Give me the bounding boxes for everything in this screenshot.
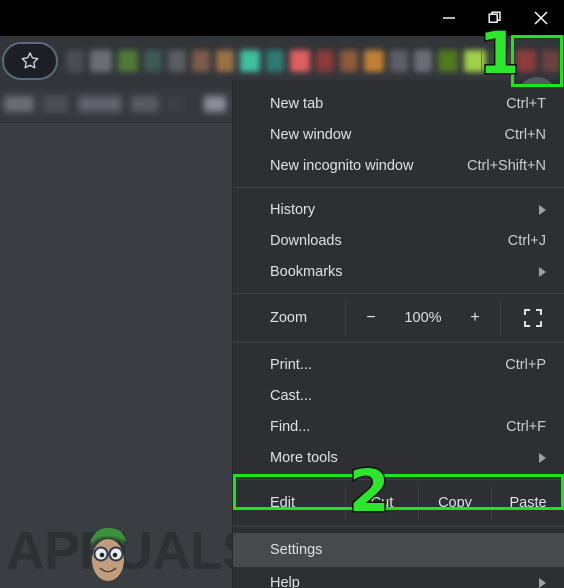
menu-item-label: Settings — [270, 542, 323, 558]
copy-button[interactable]: Copy — [418, 486, 491, 520]
menu-item-label: History — [270, 201, 316, 218]
title-bar — [0, 0, 564, 36]
fullscreen-icon — [523, 309, 542, 327]
fullscreen-button[interactable] — [500, 300, 564, 336]
menu-item-find[interactable]: Find... Ctrl+F — [233, 411, 564, 442]
menu-separator — [233, 526, 564, 527]
menu-item-shortcut: Ctrl+P — [505, 356, 546, 373]
restore-icon[interactable] — [472, 0, 518, 36]
paste-button[interactable]: Paste — [491, 486, 564, 520]
menu-item-bookmarks[interactable]: Bookmarks — [233, 256, 564, 287]
menu-row-edit: Edit Cut Copy Paste — [233, 486, 564, 520]
menu-item-label: Help — [270, 574, 300, 588]
menu-item-downloads[interactable]: Downloads Ctrl+J — [233, 225, 564, 256]
zoom-label: Zoom — [270, 310, 308, 326]
edit-label: Edit — [270, 495, 295, 511]
bookmark-star-icon[interactable] — [2, 42, 58, 80]
menu-item-shortcut: Ctrl+T — [506, 95, 546, 112]
menu-item-shortcut: Ctrl+J — [507, 232, 546, 249]
menu-row-zoom: Zoom − 100% + — [233, 300, 564, 336]
menu-item-label: Find... — [270, 418, 311, 435]
menu-item-label: Downloads — [270, 232, 342, 249]
menu-item-shortcut: Ctrl+F — [506, 418, 546, 435]
zoom-level-value: 100% — [404, 310, 442, 326]
menu-item-label: More tools — [270, 449, 338, 466]
window-controls — [426, 0, 564, 36]
menu-item-label: Bookmarks — [270, 263, 343, 280]
close-icon[interactable] — [518, 0, 564, 36]
chevron-right-icon — [539, 204, 546, 215]
menu-item-print[interactable]: Print... Ctrl+P — [233, 349, 564, 380]
chevron-right-icon — [539, 452, 546, 463]
menu-item-settings[interactable]: Settings — [233, 533, 564, 567]
menu-item-new-tab[interactable]: New tab Ctrl+T — [233, 88, 564, 119]
zoom-out-button[interactable]: − — [350, 309, 392, 327]
chevron-right-icon — [539, 266, 546, 277]
toolbar-divider — [481, 48, 482, 74]
minimize-icon[interactable] — [426, 0, 472, 36]
menu-item-shortcut: Ctrl+Shift+N — [467, 157, 546, 174]
menu-item-more-tools[interactable]: More tools — [233, 442, 564, 473]
menu-item-label: Print... — [270, 356, 312, 373]
extension-icons-blurred — [66, 46, 564, 76]
zoom-stepper: − 100% + — [345, 300, 500, 336]
chevron-right-icon — [539, 577, 546, 588]
menu-item-shortcut: Ctrl+N — [504, 126, 547, 143]
menu-item-label: New tab — [270, 95, 324, 112]
menu-item-cast[interactable]: Cast... — [233, 380, 564, 411]
menu-item-new-window[interactable]: New window Ctrl+N — [233, 119, 564, 150]
menu-item-label: New window — [270, 126, 352, 143]
menu-item-new-incognito-window[interactable]: New incognito window Ctrl+Shift+N — [233, 150, 564, 181]
menu-separator — [233, 342, 564, 343]
browser-window: APPUALS wsxdn.com New tab Ctrl+T New win… — [0, 0, 564, 588]
cut-button[interactable]: Cut — [345, 486, 418, 520]
chrome-main-menu: New tab Ctrl+T New window Ctrl+N New inc… — [233, 80, 564, 588]
zoom-in-button[interactable]: + — [454, 309, 496, 327]
menu-separator — [233, 293, 564, 294]
menu-item-history[interactable]: History — [233, 194, 564, 225]
menu-item-help[interactable]: Help — [233, 567, 564, 588]
menu-separator — [233, 187, 564, 188]
menu-separator — [233, 479, 564, 480]
menu-item-label: New incognito window — [270, 157, 414, 174]
menu-item-label: Cast... — [270, 387, 312, 404]
browser-toolbar — [0, 36, 564, 86]
